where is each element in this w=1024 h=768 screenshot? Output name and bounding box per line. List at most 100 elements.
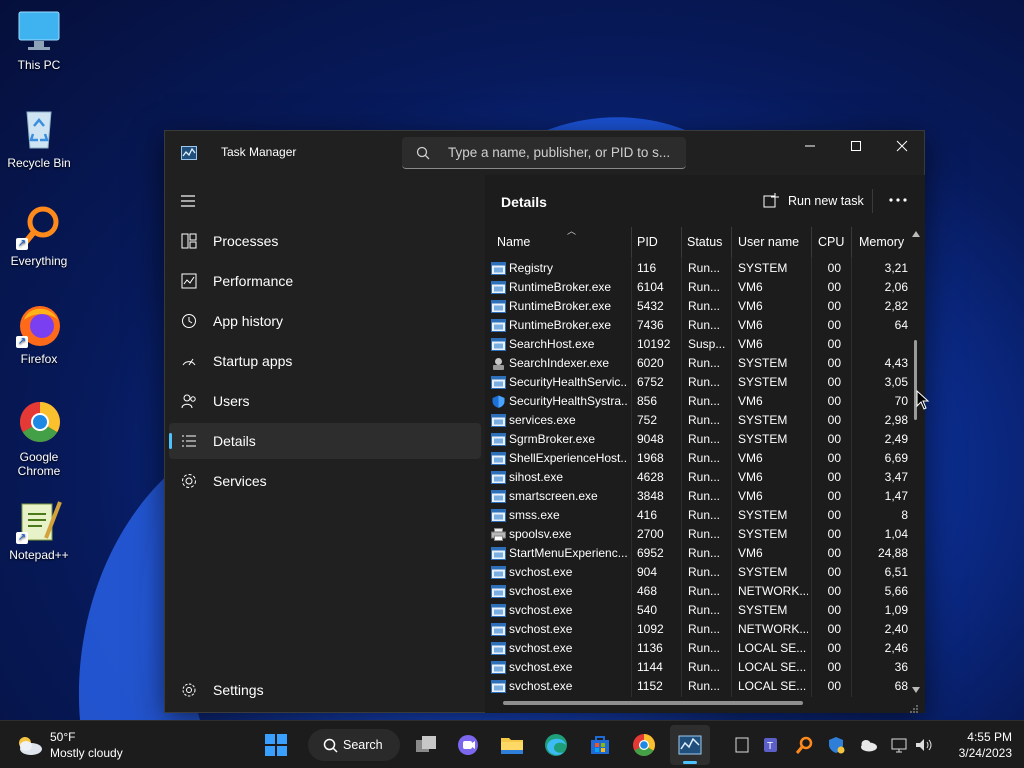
column-header-status[interactable]: Status: [687, 227, 731, 257]
table-row[interactable]: SgrmBroker.exe 9048 Run... SYSTEM 00 2,49: [485, 430, 925, 449]
column-header-user-name[interactable]: User name: [738, 227, 810, 257]
table-row[interactable]: svchost.exe 1152 Run... LOCAL SE... 00 68: [485, 677, 925, 696]
horizontal-scrollbar[interactable]: [503, 701, 803, 705]
clock-date: 3/24/2023: [958, 746, 1012, 760]
column-divider[interactable]: [631, 227, 632, 257]
table-row[interactable]: SecurityHealthSystra... 856 Run... VM6 00 70: [485, 392, 925, 411]
tray-teams-icon[interactable]: T: [762, 735, 782, 755]
table-row[interactable]: SearchIndexer.exe 6020 Run... SYSTEM 00 4,43: [485, 354, 925, 373]
desktop-icon-google-chrome[interactable]: Google Chrome: [4, 400, 74, 478]
sidebar-item-app-history[interactable]: App history: [169, 303, 481, 339]
table-row[interactable]: RuntimeBroker.exe 7436 Run... VM6 00 64: [485, 316, 925, 335]
search-input[interactable]: Type a name, publisher, or PID to s...: [402, 137, 686, 169]
cpu-cell: 00: [827, 261, 841, 275]
close-button[interactable]: [879, 131, 925, 161]
desktop-icon-this-pc[interactable]: This PC: [4, 8, 74, 72]
minimize-icon: [805, 145, 815, 147]
table-row[interactable]: svchost.exe 1144 Run... LOCAL SE... 00 36: [485, 658, 925, 677]
start-button[interactable]: [256, 725, 296, 765]
table-row[interactable]: svchost.exe 1092 Run... NETWORK... 00 2,40: [485, 620, 925, 639]
table-row[interactable]: svchost.exe 1136 Run... LOCAL SE... 00 2,46: [485, 639, 925, 658]
table-row[interactable]: Registry 116 Run... SYSTEM 00 3,21: [485, 259, 925, 278]
vertical-scrollbar[interactable]: [910, 227, 922, 697]
sidebar-item-settings[interactable]: Settings: [169, 672, 481, 708]
table-row[interactable]: StartMenuExperienc... 6952 Run... VM6 00 24,8…: [485, 544, 925, 563]
sidebar-item-performance[interactable]: Performance: [169, 263, 481, 299]
column-divider[interactable]: [851, 227, 852, 257]
table-row[interactable]: svchost.exe 540 Run... SYSTEM 00 1,09: [485, 601, 925, 620]
tray-onedrive-icon[interactable]: [858, 735, 878, 755]
table-row[interactable]: spoolsv.exe 2700 Run... SYSTEM 00 1,04: [485, 525, 925, 544]
memory-cell: 4,43: [884, 356, 908, 370]
sidebar-item-services[interactable]: Services: [169, 463, 481, 499]
task-view-button[interactable]: [406, 725, 446, 765]
status-cell: Run...: [688, 375, 721, 389]
memory-cell: 64: [894, 318, 908, 332]
chrome-button[interactable]: [624, 725, 664, 765]
system-clock[interactable]: 4:55 PM 3/24/2023: [944, 729, 1012, 761]
sidebar-item-details[interactable]: Details: [169, 423, 481, 459]
minimize-button[interactable]: [787, 131, 833, 161]
cpu-cell: 00: [827, 432, 841, 446]
tray-security-icon[interactable]: [826, 735, 846, 755]
sidebar-item-label: Performance: [213, 273, 294, 289]
table-row[interactable]: smartscreen.exe 3848 Run... VM6 00 1,47: [485, 487, 925, 506]
chat-button[interactable]: [448, 725, 488, 765]
sidebar-item-startup-apps[interactable]: Startup apps: [169, 343, 481, 379]
resize-grip-icon[interactable]: [909, 701, 919, 713]
more-options-button[interactable]: [883, 187, 913, 213]
file-explorer-button[interactable]: [492, 725, 532, 765]
svg-text:T: T: [767, 741, 773, 752]
sidebar-item-users[interactable]: Users: [169, 383, 481, 419]
column-header-cpu[interactable]: CPU: [818, 227, 846, 257]
cpu-cell: 00: [827, 622, 841, 636]
table-row[interactable]: services.exe 752 Run... SYSTEM 00 2,98: [485, 411, 925, 430]
maximize-button[interactable]: [833, 131, 879, 161]
table-row[interactable]: svchost.exe 904 Run... SYSTEM 00 6,51: [485, 563, 925, 582]
column-divider[interactable]: [681, 227, 682, 257]
desktop-icon-label: Firefox: [20, 352, 58, 366]
edge-button[interactable]: [536, 725, 576, 765]
cpu-cell: 00: [827, 470, 841, 484]
user-name-cell: SYSTEM: [738, 261, 788, 275]
table-row[interactable]: svchost.exe1328Run...SYSTEM001,09: [485, 696, 925, 697]
details-icon: [181, 433, 197, 449]
store-button[interactable]: [580, 725, 620, 765]
tray-notepad-icon[interactable]: [732, 735, 752, 755]
column-header-memory[interactable]: Memory: [859, 227, 909, 257]
name-cell: SearchIndexer.exe: [509, 356, 610, 370]
table-row[interactable]: SecurityHealthServic... 6752 Run... SYSTEM 0…: [485, 373, 925, 392]
title-bar[interactable]: Task Manager Type a name, publisher, or …: [165, 131, 924, 175]
column-divider[interactable]: [731, 227, 732, 257]
task-manager-taskbar-button[interactable]: [670, 725, 710, 765]
cpu-cell: 00: [827, 318, 841, 332]
tray-everything-icon[interactable]: [794, 735, 814, 755]
store-icon: [591, 736, 609, 754]
memory-cell: 3,21: [884, 261, 908, 275]
volume-icon[interactable]: [914, 735, 934, 755]
sidebar-item-processes[interactable]: Processes: [169, 223, 481, 259]
desktop-icon-everything[interactable]: ↗ Everything: [4, 204, 74, 268]
table-row[interactable]: smss.exe 416 Run... SYSTEM 00 8: [485, 506, 925, 525]
table-row[interactable]: SearchHost.exe 10192 Susp... VM6 00: [485, 335, 925, 354]
column-header-pid[interactable]: PID: [637, 227, 677, 257]
table-row[interactable]: svchost.exe 468 Run... NETWORK... 00 5,66: [485, 582, 925, 601]
desktop-icon-recycle-bin[interactable]: Recycle Bin: [4, 106, 74, 170]
monitor-icon: [16, 8, 62, 54]
user-name-cell: VM6: [738, 299, 763, 313]
desktop-icon-firefox[interactable]: ↗ Firefox: [4, 302, 74, 366]
column-header-name[interactable]: ︿ Name: [497, 227, 627, 257]
table-row[interactable]: ShellExperienceHost.... 1968 Run... VM6 00 6,…: [485, 449, 925, 468]
status-cell: Run...: [688, 356, 721, 370]
hamburger-menu-icon[interactable]: [179, 193, 199, 209]
application-icon: [491, 547, 506, 560]
table-row[interactable]: sihost.exe 4628 Run... VM6 00 3,47: [485, 468, 925, 487]
table-row[interactable]: RuntimeBroker.exe 6104 Run... VM6 00 2,06: [485, 278, 925, 297]
pid-cell: 1152: [637, 679, 663, 693]
table-row[interactable]: RuntimeBroker.exe 5432 Run... VM6 00 2,82: [485, 297, 925, 316]
column-divider[interactable]: [811, 227, 812, 257]
name-cell: SearchHost.exe: [509, 337, 595, 351]
desktop-icon-notepadpp[interactable]: ↗ Notepad++: [4, 498, 74, 562]
taskbar-search-button[interactable]: Search: [308, 729, 400, 761]
network-icon[interactable]: [890, 735, 910, 755]
